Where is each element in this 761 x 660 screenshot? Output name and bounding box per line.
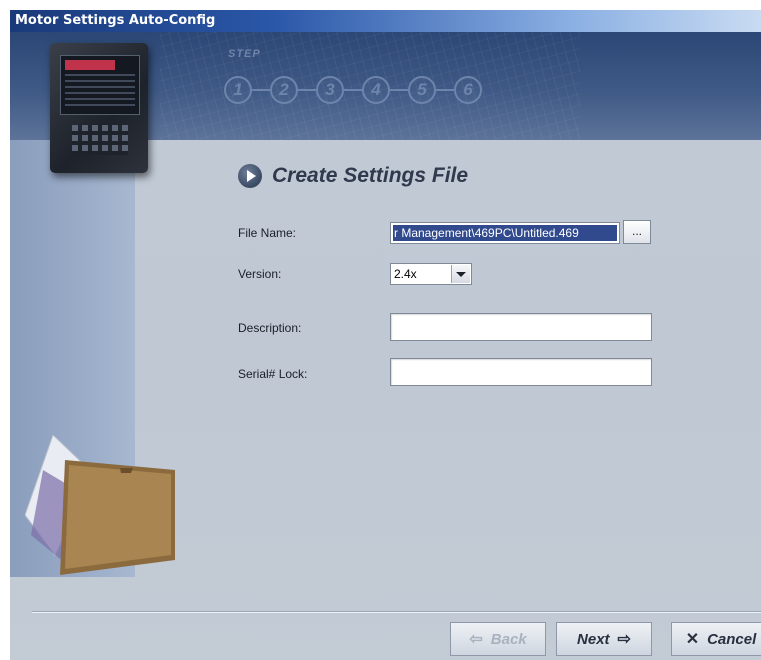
step-connector: [252, 89, 270, 91]
description-label: Description:: [238, 321, 302, 335]
section-title: Create Settings File: [238, 164, 468, 188]
step-3: 3: [316, 76, 344, 104]
play-icon: [238, 164, 262, 188]
step-connector: [298, 89, 316, 91]
wizard-window: Motor Settings Auto-Config STEP 1 2 3 4 …: [10, 10, 761, 660]
arrow-right-icon: ⇨: [617, 631, 631, 648]
step-indicator: 1 2 3 4 5 6: [224, 76, 482, 104]
back-button-label: Back: [490, 630, 527, 648]
step-connector: [390, 89, 408, 91]
relay-device-image: [50, 43, 148, 173]
step-2: 2: [270, 76, 298, 104]
serial-lock-label: Serial# Lock:: [238, 367, 308, 381]
chevron-down-icon[interactable]: [451, 265, 470, 283]
back-button[interactable]: ⇦ Back: [450, 622, 546, 656]
description-field[interactable]: [390, 313, 652, 341]
step-6: 6: [454, 76, 482, 104]
title-bar[interactable]: Motor Settings Auto-Config: [10, 10, 761, 32]
browse-button[interactable]: ...: [623, 220, 651, 244]
file-name-field[interactable]: r Management\469PC\Untitled.469: [390, 222, 620, 244]
device-display: [60, 55, 140, 115]
folder-icon: [25, 435, 175, 575]
file-name-label: File Name:: [238, 226, 297, 240]
close-icon: ✕: [685, 631, 700, 648]
device-display-highlight: [65, 60, 115, 70]
file-name-value: r Management\469PC\Untitled.469: [393, 225, 617, 241]
version-select[interactable]: 2.4x: [390, 263, 472, 285]
device-keypad-grid: [72, 125, 128, 155]
step-connector: [436, 89, 454, 91]
footer-divider: [32, 612, 761, 613]
version-label: Version:: [238, 267, 282, 281]
step-4: 4: [362, 76, 390, 104]
version-value: 2.4x: [394, 267, 417, 281]
step-connector: [344, 89, 362, 91]
device-display-lines: [65, 74, 135, 110]
cancel-button[interactable]: ✕ Cancel: [671, 622, 761, 656]
arrow-left-icon: ⇦: [469, 631, 483, 648]
next-button[interactable]: Next ⇨: [556, 622, 652, 656]
serial-lock-field[interactable]: [390, 358, 652, 386]
page-title: Create Settings File: [272, 164, 469, 187]
next-button-label: Next: [577, 630, 610, 648]
step-5: 5: [408, 76, 436, 104]
window-title: Motor Settings Auto-Config: [15, 13, 216, 28]
cancel-button-label: Cancel: [707, 630, 757, 648]
step-1: 1: [224, 76, 252, 104]
step-label: STEP: [228, 48, 261, 60]
